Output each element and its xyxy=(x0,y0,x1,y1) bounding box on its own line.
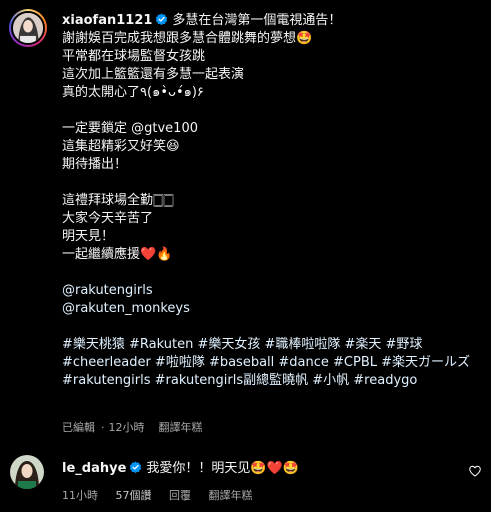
caption-line: 謝謝娛百完成我想跟多慧合體跳舞的夢想🤩 xyxy=(62,31,313,46)
post-timestamp[interactable]: 12小時 xyxy=(109,421,145,434)
translate-button[interactable]: 翻譯年糕 xyxy=(159,421,203,434)
caption-line: 明天見！ xyxy=(62,229,115,244)
caption-line: 這禮拜球場全勤🀆🀆 xyxy=(62,193,174,208)
heart-outline-icon[interactable] xyxy=(468,464,482,478)
caption-line: 真的太開心了٩(๑•̀ᴗ•́๑)۶ xyxy=(62,85,204,100)
post-caption: xiaofan1121 多慧在台灣第一個電視通告！ 謝謝娛百完成我想跟多慧合體跳舞… xyxy=(62,12,480,390)
avatar-photo xyxy=(13,13,43,43)
reply-avatar[interactable] xyxy=(10,455,44,489)
reply-avatar-photo xyxy=(10,455,44,489)
hashtag-line[interactable]: #cheerleader #啦啦隊 #baseball #dance #CPBL… xyxy=(62,354,480,372)
caption-line-1: xiaofan1121 多慧在台灣第一個電視通告！ xyxy=(62,12,480,30)
post-avatar[interactable] xyxy=(9,9,47,47)
reply-likes-count[interactable]: 57個讚 xyxy=(116,489,152,502)
mention-rakutengirls[interactable]: @rakutengirls xyxy=(62,282,480,300)
reply-translate-button[interactable]: 翻譯年糕 xyxy=(209,489,253,502)
caption-line: 期待播出！ xyxy=(62,157,128,172)
edited-label: 已編輯 xyxy=(62,421,95,434)
caption-line: 一定要鎖定 @gtve100 xyxy=(62,121,198,136)
caption-line: 這次加上籃籃還有多慧一起表演 xyxy=(62,67,245,82)
post-meta: 已編輯 · 12小時 翻譯年糕 xyxy=(62,419,205,435)
reply-button[interactable]: 回覆 xyxy=(169,489,191,502)
verified-badge-icon xyxy=(129,461,142,474)
caption-line: 平常都在球場監督女孩跳 xyxy=(62,49,206,64)
caption-line: 這集超精彩又好笑😆 xyxy=(62,139,180,154)
verified-badge-icon xyxy=(155,13,168,26)
meta-separator: · xyxy=(101,421,105,434)
caption-line: 一起繼續應援❤️🔥 xyxy=(62,247,173,262)
reply-username[interactable]: le_dahye xyxy=(62,461,126,476)
caption-line: 大家今天辛苦了 xyxy=(62,211,154,226)
post-username[interactable]: xiaofan1121 xyxy=(62,13,152,28)
hashtag-line[interactable]: #樂天桃猿 #Rakuten #樂天女孩 #職棒啦啦隊 #楽天 #野球 xyxy=(62,336,480,354)
reply-comment: le_dahye 我愛你！！明天见🤩❤️🤩 xyxy=(62,460,299,478)
reply-text: 我愛你！！明天见🤩❤️🤩 xyxy=(146,461,299,476)
caption-text: 多慧在台灣第一個電視通告！ xyxy=(172,13,342,28)
mention-rakuten-monkeys[interactable]: @rakuten_monkeys xyxy=(62,300,480,318)
reply-timestamp[interactable]: 11小時 xyxy=(62,489,98,502)
hashtag-line[interactable]: #rakutengirls #rakutengirls副總監曉帆 #小帆 #re… xyxy=(62,372,480,390)
reply-meta: 11小時 57個讚 回覆 翻譯年糕 xyxy=(62,487,267,503)
